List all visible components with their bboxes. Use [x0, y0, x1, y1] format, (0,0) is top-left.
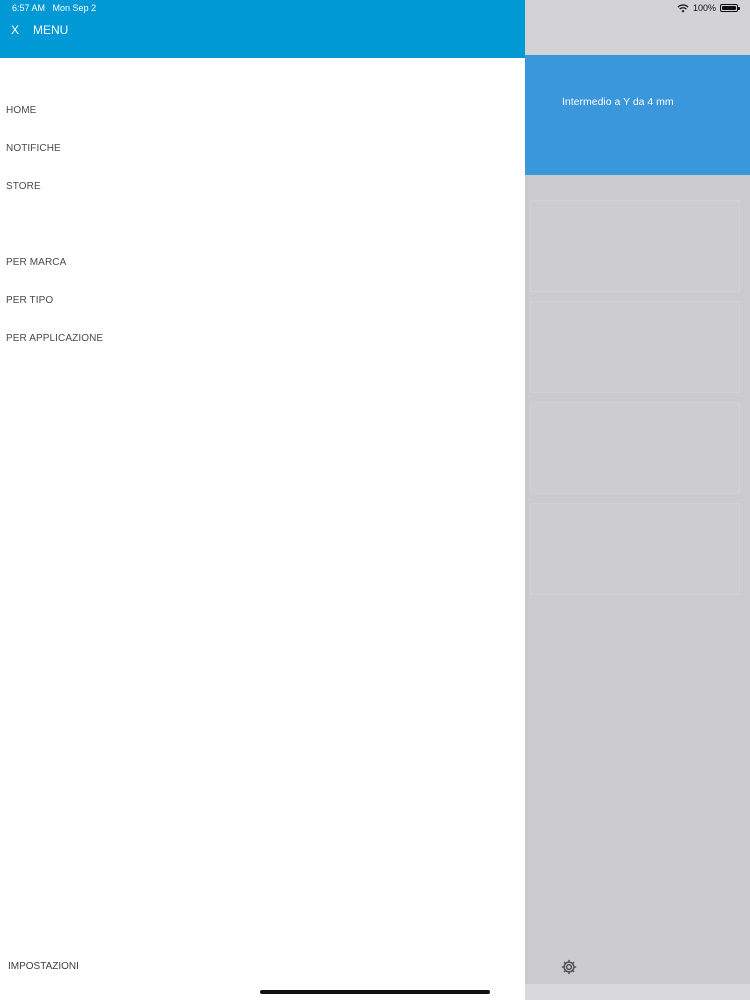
- wifi-icon: [677, 3, 689, 13]
- battery-percent: 100%: [692, 3, 716, 13]
- menu-item-impostazioni[interactable]: IMPOSTAZIONI: [8, 961, 79, 972]
- product-card: [530, 301, 740, 393]
- menu-item-per-marca[interactable]: PER MARCA: [6, 257, 66, 268]
- side-menu-drawer: X MENU HOME NOTIFICHE STORE PER MARCA PE…: [0, 0, 525, 1000]
- menu-item-per-applicazione[interactable]: PER APPLICAZIONE: [6, 333, 103, 344]
- screen: Intermedio a Y da 4 mm X MENU HOME NOTIF…: [0, 0, 750, 1000]
- product-card: [530, 200, 740, 292]
- close-menu-button[interactable]: X: [11, 23, 19, 37]
- bottom-toolbar: [525, 948, 750, 984]
- menu-item-notifiche[interactable]: NOTIFICHE: [6, 143, 61, 154]
- product-card: [530, 503, 740, 595]
- gear-icon[interactable]: [560, 958, 578, 976]
- menu-title: MENU: [33, 23, 69, 37]
- banner-title: Intermedio a Y da 4 mm: [562, 96, 674, 108]
- menu-item-per-tipo[interactable]: PER TIPO: [6, 295, 53, 306]
- product-card: [530, 402, 740, 494]
- status-date: Mon Sep 2: [52, 3, 97, 13]
- menu-item-home[interactable]: HOME: [6, 105, 36, 116]
- product-banner: Intermedio a Y da 4 mm: [525, 55, 750, 175]
- status-bar: 6:57 AM Mon Sep 2 100%: [0, 0, 750, 18]
- status-indicators: 100%: [677, 3, 740, 13]
- battery-icon: [720, 4, 740, 12]
- bottom-strip: [525, 984, 750, 1000]
- home-indicator[interactable]: [260, 990, 490, 994]
- status-time: 6:57 AM Mon Sep 2: [12, 3, 96, 13]
- status-clock: 6:57 AM: [12, 3, 46, 13]
- background-app[interactable]: Intermedio a Y da 4 mm: [525, 0, 750, 1000]
- menu-item-store[interactable]: STORE: [6, 181, 41, 192]
